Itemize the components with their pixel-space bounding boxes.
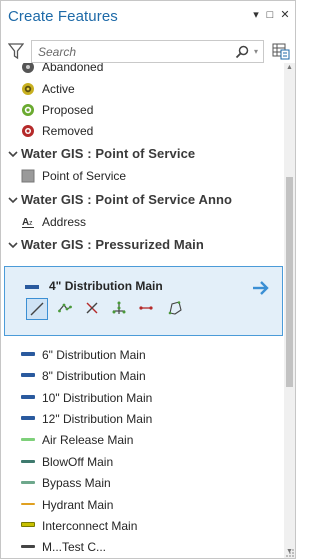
template-label: 10" Distribution Main (42, 391, 153, 405)
template-label: 8" Distribution Main (42, 369, 146, 383)
template-item[interactable]: Hydrant Main (1, 495, 284, 516)
line-tool-icon (30, 302, 44, 316)
pane-title: Create Features (8, 8, 118, 25)
template-item[interactable]: M...Test C... (1, 537, 284, 558)
template-label: Point of Service (42, 169, 127, 183)
group-label: Water GIS : Pressurized Main (21, 237, 204, 252)
line-symbol-swatch (21, 460, 35, 463)
template-label: Air Release Main (42, 433, 134, 447)
manage-templates-icon[interactable] (272, 43, 290, 60)
two-point-line-tool-button[interactable] (136, 298, 158, 320)
selected-template-card[interactable]: 4" Distribution Main (4, 266, 283, 336)
chevron-down-icon[interactable] (8, 196, 18, 204)
template-item[interactable]: Interconnect Main (1, 516, 284, 537)
selected-template-label: 4" Distribution Main (49, 279, 163, 293)
line-symbol-swatch (21, 545, 35, 548)
template-item[interactable]: 8" Distribution Main (1, 366, 284, 387)
chevron-down-icon[interactable] (8, 241, 18, 249)
line-symbol-swatch (21, 352, 35, 356)
template-label: Removed (42, 124, 94, 138)
search-input[interactable] (38, 43, 223, 60)
scroll-thumb[interactable] (286, 177, 293, 387)
polyline-tool-button[interactable] (55, 298, 77, 320)
line-symbol-swatch (25, 285, 39, 289)
line-symbol-swatch (21, 395, 35, 399)
template-item[interactable]: 12" Distribution Main (1, 409, 284, 430)
template-label: 12" Distribution Main (42, 412, 153, 426)
search-options-chevron-icon[interactable]: ▾ (254, 43, 258, 61)
chevron-down-icon[interactable] (8, 150, 18, 158)
active-point-icon (22, 83, 34, 95)
template-label: BlowOff Main (42, 455, 114, 469)
title-bar: Create Features ▾ □ ✕ (1, 1, 295, 33)
template-item[interactable]: Abandoned (1, 63, 284, 78)
line-symbol-swatch (21, 522, 35, 527)
group-label: Water GIS : Point of Service Anno (21, 192, 233, 207)
cross-tool-icon (86, 302, 98, 314)
search-icon[interactable] (235, 45, 249, 59)
trace-tool-icon (112, 301, 126, 314)
line-symbol-swatch (21, 438, 35, 441)
layer-group-header[interactable]: Water GIS : Point of Service Anno (1, 190, 284, 212)
square-point-icon (21, 169, 35, 183)
line-symbol-swatch (21, 416, 35, 420)
template-label: Bypass Main (42, 476, 111, 490)
line-symbol-swatch (21, 481, 35, 484)
annotation-icon: A z (22, 217, 34, 228)
abandoned-point-icon (22, 63, 34, 73)
vertical-scrollbar[interactable]: ▲ ▼ (284, 63, 295, 558)
template-item[interactable]: A z Address (1, 212, 284, 233)
template-item[interactable]: Point of Service (1, 166, 284, 187)
removed-point-icon (22, 125, 34, 137)
line-symbol-swatch (21, 503, 35, 505)
create-features-pane: Create Features ▾ □ ✕ ▾ (0, 0, 296, 559)
template-label: Proposed (42, 103, 94, 117)
resize-grip-icon[interactable] (284, 547, 295, 558)
freehand-tool-button[interactable] (165, 298, 187, 320)
template-item[interactable]: Active (1, 79, 284, 100)
svg-text:z: z (29, 220, 33, 227)
template-item[interactable]: BlowOff Main (1, 452, 284, 473)
freehand-polygon-icon (168, 301, 182, 315)
multipoint-tool-button[interactable] (82, 298, 104, 320)
template-item[interactable]: Air Release Main (1, 430, 284, 451)
search-row: ▾ (1, 38, 295, 66)
template-label: Interconnect Main (42, 519, 138, 533)
template-label: Address (42, 215, 87, 229)
arrow-right-icon[interactable] (251, 279, 271, 297)
template-item[interactable]: Removed (1, 121, 284, 142)
scroll-up-arrow-icon[interactable]: ▲ (285, 63, 294, 72)
two-point-line-icon (139, 306, 153, 310)
search-box[interactable]: ▾ (31, 40, 264, 63)
template-item[interactable]: 6" Distribution Main (1, 345, 284, 366)
template-item[interactable]: Proposed (1, 100, 284, 121)
filter-icon[interactable] (8, 42, 24, 60)
template-label: Hydrant Main (42, 498, 114, 512)
template-list: Abandoned Active Proposed Removed Water … (1, 63, 284, 558)
layer-group-header[interactable]: Water GIS : Pressurized Main (1, 235, 284, 257)
line-symbol-swatch (21, 373, 35, 377)
polyline-tool-icon (58, 303, 72, 313)
template-label: 6" Distribution Main (42, 348, 146, 362)
pane-menu-button[interactable]: ▾ (249, 7, 263, 23)
proposed-point-icon (22, 104, 34, 116)
group-label: Water GIS : Point of Service (21, 146, 196, 161)
line-tool-button[interactable] (26, 298, 48, 320)
maximize-button[interactable]: □ (263, 7, 277, 23)
template-label: Active (42, 82, 75, 96)
template-label: Abandoned (42, 63, 104, 74)
template-item[interactable]: 10" Distribution Main (1, 388, 284, 409)
close-button[interactable]: ✕ (278, 7, 292, 23)
template-label: M...Test C... (42, 540, 107, 554)
layer-group-header[interactable]: Water GIS : Point of Service (1, 144, 284, 166)
template-item[interactable]: Bypass Main (1, 473, 284, 494)
trace-tool-button[interactable] (109, 298, 131, 320)
